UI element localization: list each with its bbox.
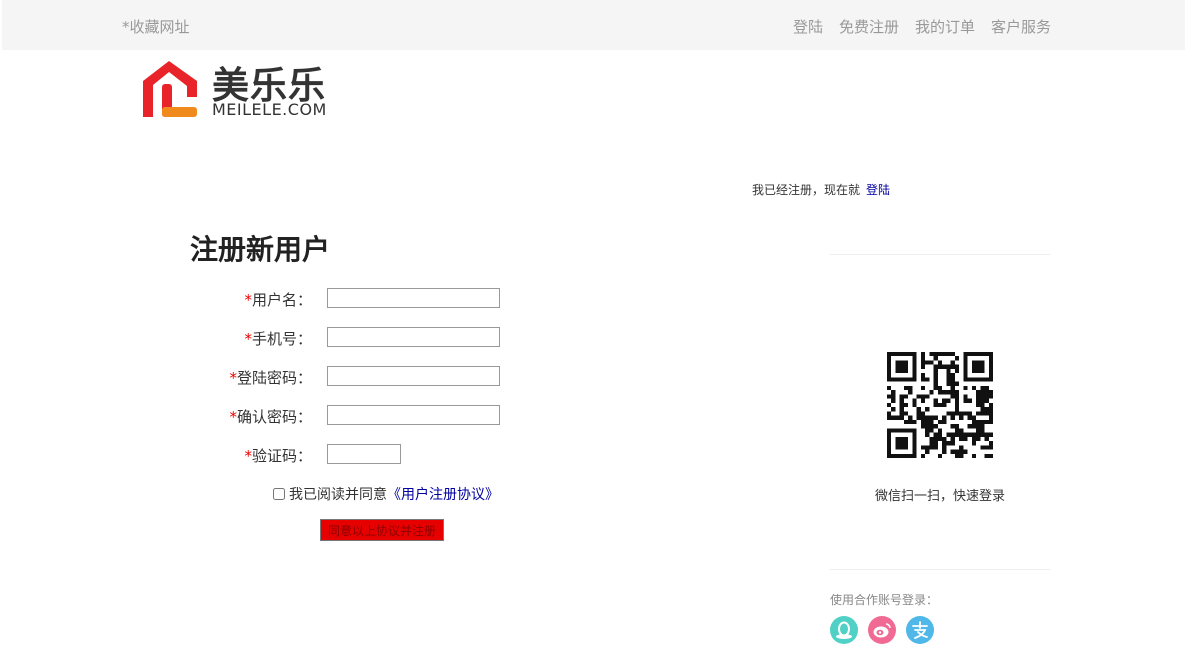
qr-code-icon (887, 352, 993, 458)
confirm-password-row: *确认密码： (160, 405, 560, 427)
site-logo[interactable]: 美乐乐 MEILELE.COM (140, 57, 340, 121)
nav-orders[interactable]: 我的订单 (915, 16, 975, 37)
nav-login[interactable]: 登陆 (793, 16, 823, 37)
username-input[interactable] (327, 288, 500, 308)
agreement-link[interactable]: 《用户注册协议》 (387, 484, 499, 504)
login-hint: 我已经注册，现在就 登陆 (752, 181, 890, 198)
password-label: *登陆密码： (229, 369, 312, 387)
qq-icon (830, 616, 858, 644)
phone-row: *手机号： (160, 327, 560, 349)
weibo-icon (868, 616, 896, 644)
nav-register[interactable]: 免费注册 (839, 16, 899, 37)
top-nav: 登陆 免费注册 我的订单 客户服务 (793, 16, 1051, 37)
captcha-row: *验证码： (160, 444, 560, 466)
weibo-login-button[interactable] (868, 616, 896, 644)
bookmark-link[interactable]: *收藏网址 (122, 16, 190, 37)
partner-login-label: 使用合作账号登录： (830, 593, 939, 607)
agreement-row: 我已阅读并同意 《用户注册协议》 (273, 484, 499, 504)
login-link[interactable]: 登陆 (866, 183, 890, 197)
top-bar: *收藏网址 登陆 免费注册 我的订单 客户服务 (2, 0, 1185, 50)
agreement-checkbox[interactable] (273, 488, 285, 500)
sidebar-divider-bottom (830, 569, 1050, 570)
page-title: 注册新用户 (190, 233, 331, 266)
alipay-icon (906, 616, 934, 644)
sidebar-divider-top (830, 254, 1050, 255)
qq-login-button[interactable] (830, 616, 858, 644)
password-input[interactable] (327, 366, 500, 386)
phone-label: *手机号： (244, 330, 312, 348)
confirm-password-input[interactable] (327, 405, 500, 425)
qr-caption: 微信扫一扫，快速登录 (874, 489, 1005, 504)
logo-house-icon (143, 61, 197, 117)
password-row: *登陆密码： (160, 366, 560, 388)
submit-button[interactable]: 同意以上协议并注册 (320, 519, 444, 541)
captcha-label: *验证码： (244, 447, 312, 465)
phone-input[interactable] (327, 327, 500, 347)
login-hint-text: 我已经注册，现在就 (752, 183, 861, 197)
username-label: *用户名： (244, 291, 312, 309)
nav-service[interactable]: 客户服务 (991, 16, 1051, 37)
username-row: *用户名： (160, 288, 560, 310)
agreement-text: 我已阅读并同意 (289, 487, 387, 503)
alipay-login-button[interactable] (906, 616, 934, 644)
confirm-password-label: *确认密码： (229, 408, 312, 426)
captcha-input[interactable] (327, 444, 401, 464)
logo-text-en: MEILELE.COM (212, 100, 327, 119)
